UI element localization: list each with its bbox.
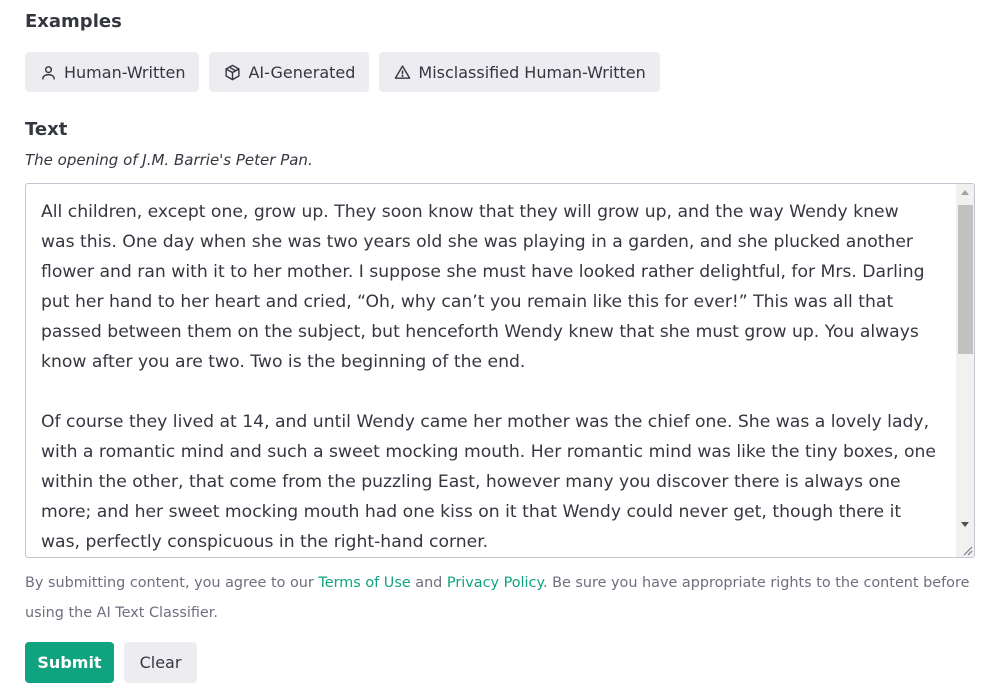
text-paragraph-2: Of course they lived at 14, and until We…: [41, 407, 956, 557]
examples-heading: Examples: [25, 11, 122, 32]
privacy-policy-link[interactable]: Privacy Policy: [447, 575, 543, 591]
text-heading: Text: [25, 119, 68, 140]
scroll-up-arrow-icon[interactable]: [956, 184, 974, 201]
text-subtitle: The opening of J.M. Barrie's Peter Pan.: [25, 151, 313, 169]
user-icon: [42, 65, 55, 80]
submit-button[interactable]: Submit: [25, 642, 114, 683]
scrollbar-thumb[interactable]: [958, 205, 973, 354]
disclaimer-prefix: By submitting content, you agree to our: [25, 575, 319, 591]
text-paragraph-1: All children, except one, grow up. They …: [41, 197, 956, 377]
text-input-content[interactable]: All children, except one, grow up. They …: [41, 197, 956, 557]
resize-grip-icon[interactable]: [961, 544, 973, 556]
text-input-area[interactable]: All children, except one, grow up. They …: [25, 183, 975, 558]
example-misclassified-label: Misclassified Human-Written: [418, 62, 646, 82]
text-line: more; and her sweet mocking mouth had on…: [41, 502, 902, 522]
text-line: know after you are two. Two is the begin…: [41, 352, 526, 372]
text-line: All children, except one, grow up. They …: [41, 202, 899, 222]
cube-icon: [225, 64, 241, 80]
text-line: flower and ran with it to her mother. I …: [41, 262, 925, 282]
example-human-written-label: Human-Written: [64, 62, 186, 82]
text-line: was this. One day when she was two years…: [41, 232, 913, 252]
terms-disclaimer: By submitting content, you agree to our …: [25, 568, 975, 628]
example-human-written-button[interactable]: Human-Written: [25, 52, 200, 92]
example-misclassified-button[interactable]: Misclassified Human-Written: [379, 52, 660, 92]
example-ai-generated-button[interactable]: AI-Generated: [209, 52, 370, 92]
text-line: within the other, that come from the puz…: [41, 472, 901, 492]
textarea-scrollbar[interactable]: [956, 184, 974, 557]
disclaimer-middle: and: [410, 575, 447, 591]
example-ai-generated-label: AI-Generated: [248, 62, 356, 82]
scroll-down-arrow-icon[interactable]: [956, 516, 974, 533]
text-line: Of course they lived at 14, and until We…: [41, 412, 930, 432]
warning-icon: [395, 64, 411, 79]
text-line: put her hand to her heart and cried, “Oh…: [41, 292, 894, 312]
examples-button-group: Human-Written AI-Generated Misclassified…: [25, 52, 660, 92]
text-line: passed between them on the subject, but …: [41, 322, 919, 342]
terms-of-use-link[interactable]: Terms of Use: [318, 575, 410, 591]
clear-button[interactable]: Clear: [124, 642, 197, 683]
text-line: was, perfectly conspicuous in the right-…: [41, 532, 489, 552]
text-line: with a romantic mind and such a sweet mo…: [41, 442, 936, 462]
